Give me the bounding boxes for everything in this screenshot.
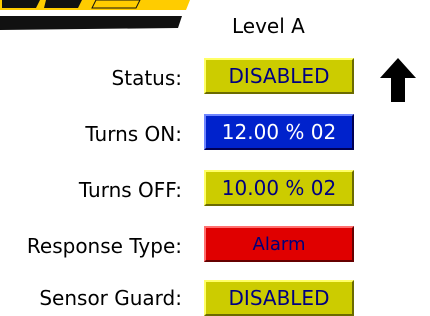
turns-on-field[interactable]: 12.00 % 02	[204, 114, 354, 150]
turns-off-field[interactable]: 10.00 % 02	[204, 170, 354, 206]
brand-logo-icon	[0, 0, 190, 36]
status-field[interactable]: DISABLED	[204, 58, 354, 94]
response-type-field[interactable]: Alarm	[204, 226, 354, 262]
status-label: Status:	[111, 66, 182, 90]
turns-off-label: Turns OFF:	[78, 178, 182, 202]
turns-on-label: Turns ON:	[85, 122, 182, 146]
up-arrow-icon[interactable]	[378, 56, 418, 104]
response-type-label: Response Type:	[26, 234, 182, 258]
level-title: Level A	[232, 14, 305, 38]
sensor-guard-label: Sensor Guard:	[39, 286, 182, 310]
